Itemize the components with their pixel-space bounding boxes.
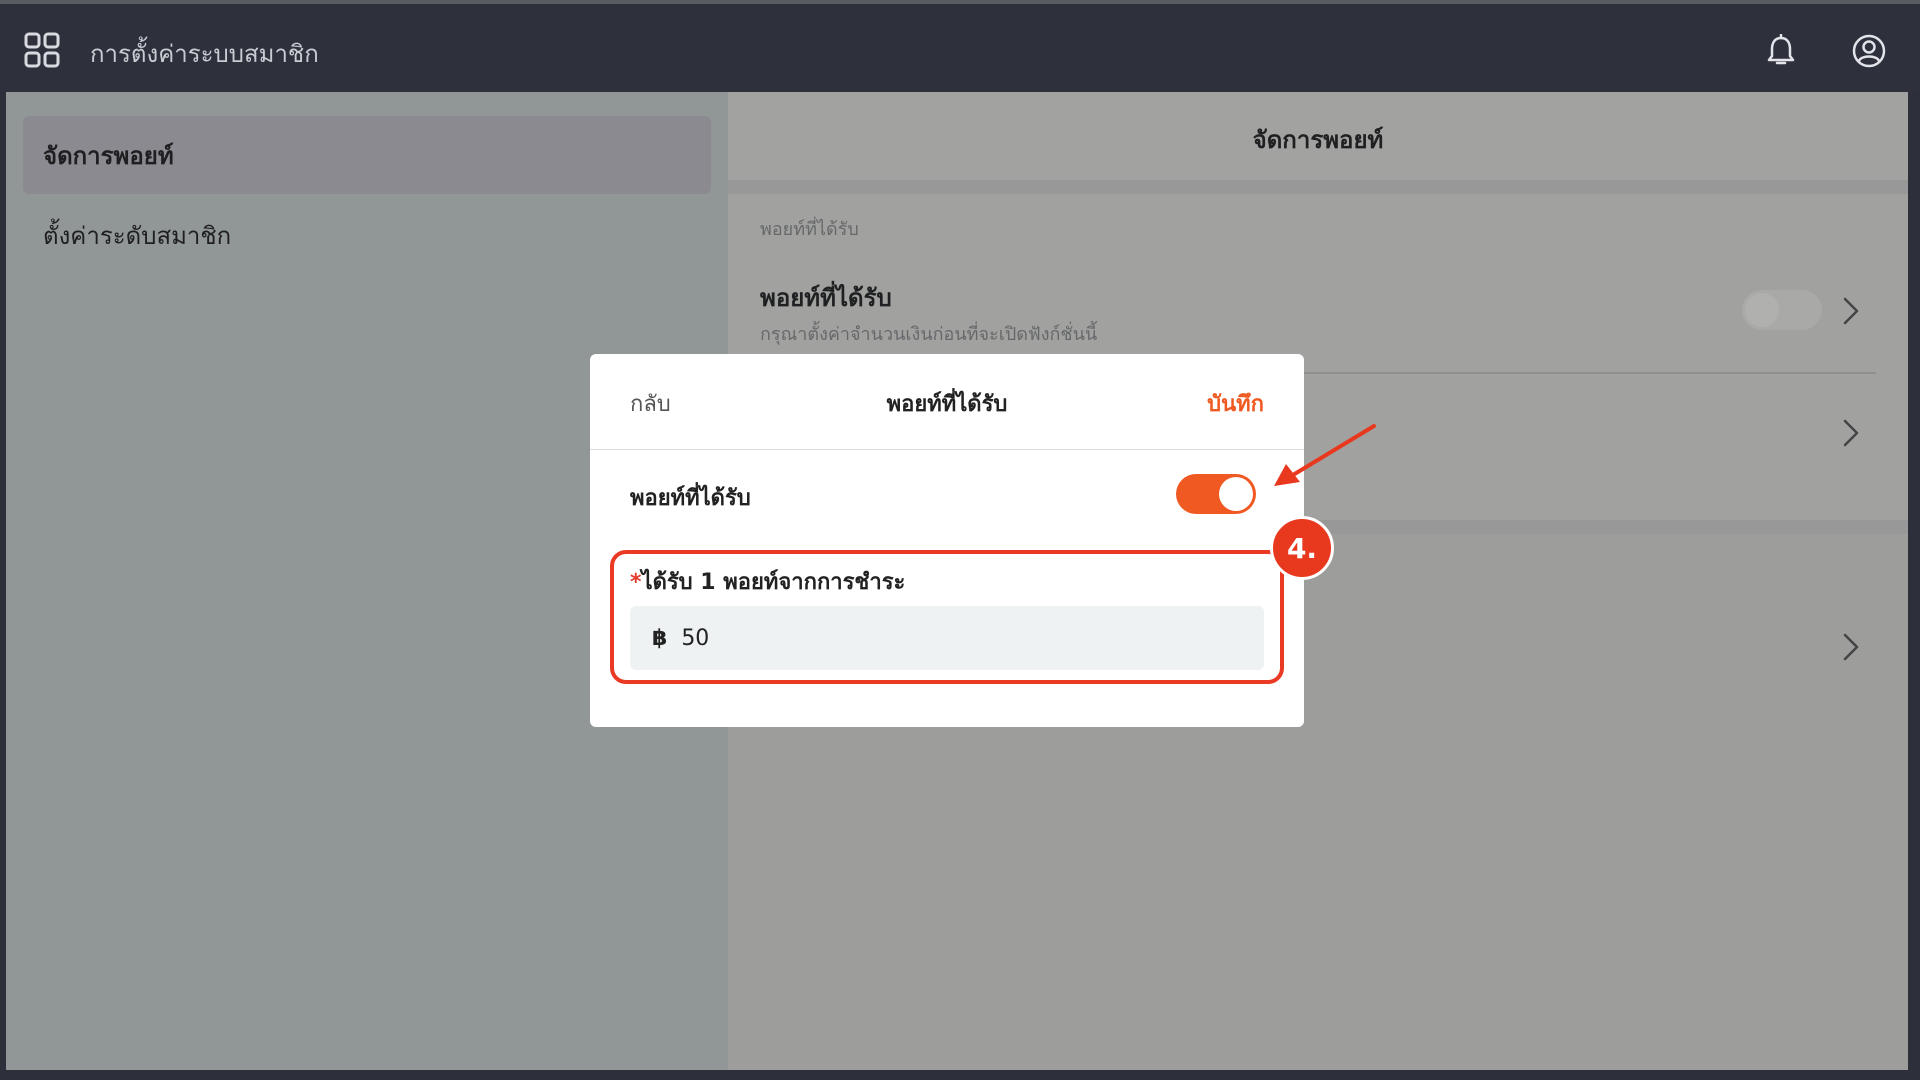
- sidebar-item-manage-points[interactable]: จัดการพอยท์: [23, 116, 711, 194]
- field-label: *ได้รับ 1 พอยท์จากการชำระ: [630, 564, 905, 599]
- toggle-knob: [1219, 477, 1253, 511]
- bell-icon[interactable]: [1765, 34, 1797, 68]
- sidebar-item-member-levels[interactable]: ตั้งค่าระดับสมาชิก: [23, 196, 711, 274]
- sidebar-item-label: ตั้งค่าระดับสมาชิก: [43, 221, 232, 250]
- arrow-annotation: [1274, 424, 1376, 486]
- app-title: การตั้งค่าระบบสมาชิก: [90, 40, 319, 68]
- top-bar: การตั้งค่าระบบสมาชิก: [0, 0, 1920, 92]
- points-row-toggle[interactable]: [1742, 290, 1822, 330]
- content-header: จัดการพอยท์: [728, 92, 1908, 180]
- field-label-text: ได้รับ 1 พอยท์จากการชำระ: [641, 570, 906, 595]
- amount-value: 50: [681, 625, 710, 651]
- points-toggle[interactable]: [1176, 474, 1256, 514]
- back-button[interactable]: กลับ: [630, 386, 671, 421]
- points-row-title: พอยท์ที่ได้รับ: [760, 284, 892, 312]
- toggle-knob: [1745, 293, 1779, 327]
- currency-symbol: ฿: [652, 625, 668, 651]
- page-title: จัดการพอยท์: [1252, 126, 1384, 154]
- amount-input[interactable]: ฿ 50: [630, 606, 1264, 670]
- grid-apps-icon[interactable]: [24, 32, 60, 68]
- section-caption: พอยท์ที่ได้รับ: [760, 219, 859, 240]
- section-separator: [728, 180, 1908, 194]
- sidebar-item-label: จัดการพอยท์: [43, 141, 174, 170]
- step-badge: 4.: [1270, 516, 1334, 580]
- required-mark: *: [630, 570, 642, 595]
- chevron-right-icon[interactable]: [1842, 296, 1860, 326]
- toggle-label: พอยท์ที่ได้รับ: [630, 486, 751, 511]
- modal-title: พอยท์ที่ได้รับ: [886, 392, 1008, 417]
- user-circle-icon[interactable]: [1852, 34, 1886, 68]
- chevron-right-icon[interactable]: [1842, 632, 1860, 662]
- save-button[interactable]: บันทึก: [1207, 386, 1264, 421]
- modal-header: กลับ พอยท์ที่ได้รับ บันทึก: [590, 354, 1304, 450]
- chevron-right-icon[interactable]: [1842, 418, 1860, 448]
- points-row-description: กรุณาตั้งค่าจำนวนเงินก่อนที่จะเปิดฟังก์ช…: [760, 324, 1098, 345]
- points-modal: กลับ พอยท์ที่ได้รับ บันทึก พอยท์ที่ได้รั…: [590, 354, 1304, 727]
